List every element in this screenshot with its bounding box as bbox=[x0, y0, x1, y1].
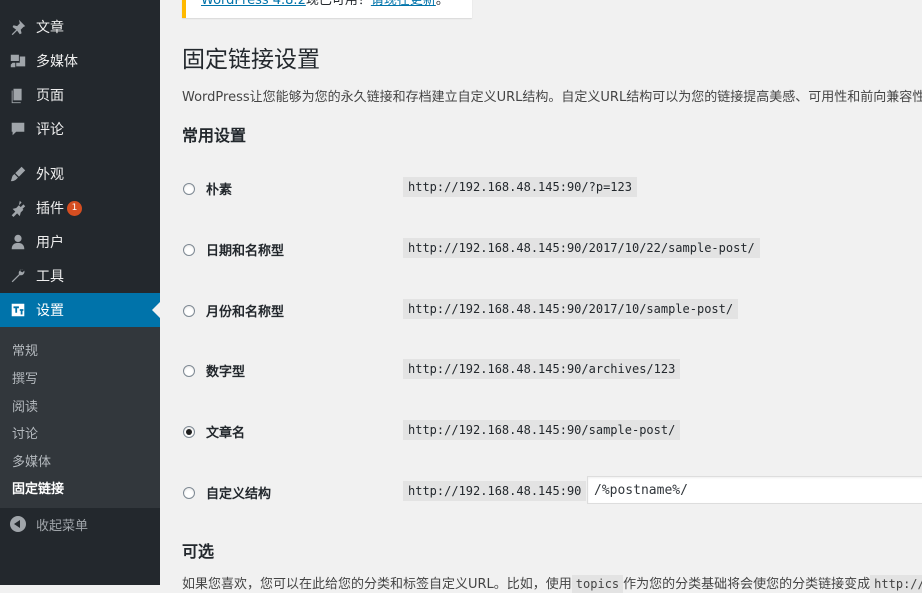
radio-numeric[interactable] bbox=[183, 364, 195, 377]
optional-heading: 可选 bbox=[182, 542, 215, 561]
option-custom-structure[interactable]: 自定义结构 bbox=[183, 483, 271, 502]
option-label: 日期和名称型 bbox=[206, 244, 285, 259]
menu-item-users[interactable]: 用户 bbox=[0, 225, 160, 259]
menu-item-posts[interactable]: 文章 bbox=[0, 10, 160, 44]
url-example-month-name: http://192.168.48.145:90/2017/10/sample-… bbox=[403, 299, 739, 319]
notice-text: 现已可用！ bbox=[305, 0, 371, 8]
page-icon bbox=[8, 85, 28, 105]
radio-day-name[interactable] bbox=[183, 243, 195, 256]
menu-item-tools[interactable]: 工具 bbox=[0, 259, 160, 293]
radio-plain[interactable] bbox=[183, 182, 195, 195]
menu-label: 设置 bbox=[36, 303, 64, 319]
url-example-numeric: http://192.168.48.145:90/archives/123 bbox=[403, 359, 681, 379]
update-count-badge: 1 bbox=[67, 200, 82, 216]
option-label: 自定义结构 bbox=[206, 487, 272, 502]
option-label: 数字型 bbox=[206, 365, 246, 380]
menu-label: 用户 bbox=[36, 235, 64, 251]
code-url: http:// bbox=[870, 575, 922, 593]
option-month-name[interactable]: 月份和名称型 bbox=[183, 301, 284, 320]
common-settings-heading: 常用设置 bbox=[182, 126, 247, 145]
menu-item-media[interactable]: 多媒体 bbox=[0, 44, 160, 78]
option-label: 文章名 bbox=[206, 426, 246, 441]
comment-icon bbox=[8, 119, 28, 139]
submenu-item-media[interactable]: 多媒体 bbox=[12, 451, 51, 470]
submenu-item-general[interactable]: 常规 bbox=[12, 340, 38, 359]
option-plain[interactable]: 朴素 bbox=[183, 179, 232, 198]
menu-item-settings[interactable]: 设置 bbox=[0, 293, 160, 327]
page-title: 固定链接设置 bbox=[182, 47, 320, 73]
main-content: WordPress 4.8.2现已可用！请现在更新。 固定链接设置 WordPr… bbox=[160, 0, 922, 593]
menu-label: 工具 bbox=[36, 269, 64, 285]
settings-submenu: 常规 撰写 阅读 讨论 多媒体 固定链接 bbox=[0, 327, 160, 508]
brush-icon bbox=[8, 164, 28, 184]
code-topics: topics bbox=[571, 575, 624, 593]
plugin-icon bbox=[8, 198, 28, 218]
media-icon bbox=[8, 51, 28, 71]
collapse-arrow-icon bbox=[10, 516, 26, 532]
update-now-link[interactable]: 请现在更新 bbox=[371, 0, 436, 8]
menu-item-comments[interactable]: 评论 bbox=[0, 112, 160, 146]
update-notice: WordPress 4.8.2现已可用！请现在更新。 bbox=[182, 0, 472, 18]
submenu-item-permalinks[interactable]: 固定链接 bbox=[12, 478, 64, 497]
collapse-menu-label: 收起菜单 bbox=[36, 518, 89, 534]
url-example-day-name: http://192.168.48.145:90/2017/10/22/samp… bbox=[403, 238, 760, 258]
wrench-icon bbox=[8, 266, 28, 286]
optional-description: 如果您喜欢，您可以在此给您的分类和标签自定义URL。比如，使用 topics 作为您… bbox=[182, 573, 922, 593]
user-icon bbox=[8, 232, 28, 252]
option-day-name[interactable]: 日期和名称型 bbox=[183, 240, 284, 259]
admin-sidebar: 文章 多媒体 页面 评论 外观 插件 1 用户 工具 设置 常规 撰写 阅读 讨… bbox=[0, 0, 160, 585]
option-numeric[interactable]: 数字型 bbox=[183, 361, 245, 380]
radio-custom-structure[interactable] bbox=[183, 486, 195, 499]
radio-post-name[interactable] bbox=[183, 425, 195, 438]
collapse-menu-button[interactable]: 收起菜单 bbox=[0, 512, 160, 536]
menu-item-appearance[interactable]: 外观 bbox=[0, 157, 160, 191]
settings-icon bbox=[8, 300, 28, 320]
url-example-plain: http://192.168.48.145:90/?p=123 bbox=[403, 177, 637, 197]
menu-item-pages[interactable]: 页面 bbox=[0, 78, 160, 112]
menu-label: 文章 bbox=[36, 20, 64, 36]
option-post-name[interactable]: 文章名 bbox=[183, 422, 245, 441]
notice-end: 。 bbox=[435, 0, 449, 8]
pin-icon bbox=[8, 17, 28, 37]
custom-structure-input[interactable] bbox=[587, 476, 922, 504]
submenu-item-writing[interactable]: 撰写 bbox=[12, 368, 38, 387]
menu-label: 评论 bbox=[36, 122, 64, 138]
menu-label: 插件 bbox=[36, 201, 64, 217]
url-example-post-name: http://192.168.48.145:90/sample-post/ bbox=[403, 420, 681, 440]
option-label: 月份和名称型 bbox=[206, 305, 285, 320]
menu-label: 外观 bbox=[36, 167, 64, 183]
radio-month-name[interactable] bbox=[183, 304, 195, 317]
submenu-item-discussion[interactable]: 讨论 bbox=[12, 423, 38, 442]
page-description: WordPress让您能够为您的永久链接和存档建立自定义URL结构。自定义URL… bbox=[182, 90, 922, 105]
menu-item-plugins[interactable]: 插件 1 bbox=[0, 191, 160, 225]
menu-label: 多媒体 bbox=[36, 54, 78, 70]
url-base-custom: http://192.168.48.145:90 bbox=[403, 481, 587, 501]
option-label: 朴素 bbox=[206, 183, 233, 198]
wordpress-version-link[interactable]: WordPress 4.8.2 bbox=[201, 0, 306, 8]
submenu-item-reading[interactable]: 阅读 bbox=[12, 396, 38, 415]
menu-label: 页面 bbox=[36, 88, 64, 104]
